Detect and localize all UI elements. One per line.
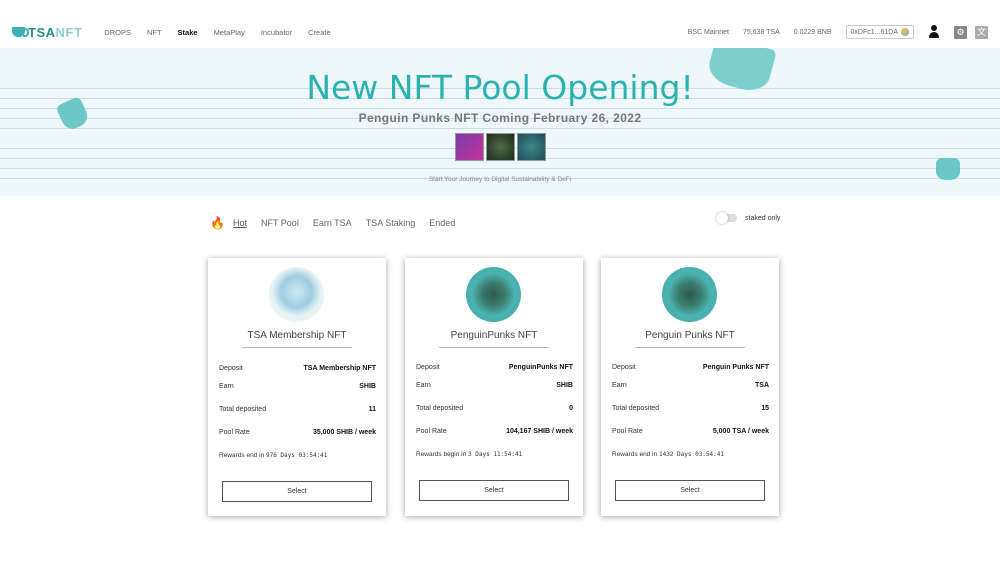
nft-thumbnail-dark — [486, 133, 515, 161]
promo-banner[interactable]: New NFT Pool Opening! Penguin Punks NFT … — [0, 48, 1000, 196]
card-title: TSA Membership NFT — [247, 330, 347, 341]
membership-nft-avatar — [269, 267, 324, 322]
total-deposited-value: 11 — [368, 406, 376, 413]
total-deposited-label: Total deposited — [612, 405, 660, 412]
pool-card: Penguin Punks NFT Deposit Penguin Punks N… — [601, 258, 779, 516]
pool-card: TSA Membership NFT Deposit TSA Membership… — [208, 258, 386, 516]
card-title: PenguinPunks NFT — [450, 330, 538, 341]
network-label[interactable]: BSC Mainnet — [688, 29, 729, 36]
tsa-balance: 75,638 TSA — [742, 28, 780, 36]
select-button[interactable]: Select — [222, 481, 372, 502]
pool-rate-label: Pool Rate — [612, 428, 643, 435]
translate-icon[interactable]: 文 — [975, 25, 988, 39]
pool-rate-value: 35,000 SHIB / week — [312, 429, 376, 436]
earn-label: Earn — [416, 382, 431, 389]
banner-tagline: Start Your Journey to Digital Sustainabi… — [428, 176, 572, 183]
select-button[interactable]: Select — [419, 480, 569, 501]
pool-card: PenguinPunks NFT Deposit PenguinPunks NFT… — [405, 258, 583, 516]
deposit-label: Deposit — [612, 364, 636, 371]
tab-hot[interactable]: Hot — [233, 218, 247, 228]
earn-value: SHIB — [359, 383, 376, 390]
total-deposited-value: 0 — [569, 405, 573, 412]
banner-title: New NFT Pool Opening! — [306, 68, 694, 107]
user-icon[interactable] — [928, 25, 940, 39]
nav-link-create[interactable]: Create — [300, 28, 339, 37]
total-deposited-value: 15 — [761, 405, 769, 412]
wallet-avatar-icon — [901, 28, 909, 36]
pool-rate-label: Pool Rate — [416, 428, 447, 435]
reward-countdown: 976 Days 03:54:41 — [265, 452, 328, 459]
pool-rate-value: 104,167 SHIB / week — [506, 428, 573, 435]
staked-only-filter: staked only — [716, 212, 781, 224]
nft-thumbnail-teal — [517, 133, 546, 161]
nav-link-metaplay[interactable]: MetaPlay — [206, 28, 253, 37]
earn-label: Earn — [219, 383, 234, 390]
reward-countdown: 1432 Days 03:54:41 — [658, 451, 725, 458]
tab-nft-pool[interactable]: NFT Pool — [261, 218, 299, 228]
earn-value: SHIB — [556, 382, 573, 389]
deposit-value: Penguin Punks NFT — [702, 364, 769, 371]
nft-thumbnail-purple — [455, 133, 484, 161]
nav-link-incubator[interactable]: Incubator — [253, 28, 300, 37]
deposit-value: PenguinPunks NFT — [508, 364, 573, 371]
tab-ended[interactable]: Ended — [429, 218, 455, 228]
nav-link-stake[interactable]: Stake — [170, 28, 206, 37]
pool-rate-value: 5,000 TSA / week — [712, 428, 769, 435]
staked-only-toggle[interactable] — [716, 212, 737, 224]
penguin-nft-avatar — [662, 267, 717, 322]
banner-subtitle: Penguin Punks NFT Coming February 26, 20… — [358, 111, 642, 125]
wallet-address: 0xDFc1...61DA — [850, 28, 898, 36]
logo[interactable]: TSANFT — [12, 25, 82, 40]
deposit-label: Deposit — [416, 364, 440, 371]
logo-nft-text: NFT — [55, 24, 83, 40]
earn-value: TSA — [755, 382, 769, 389]
earn-label: Earn — [612, 382, 627, 389]
select-button[interactable]: Select — [615, 480, 765, 501]
nav-link-nft[interactable]: NFT — [139, 28, 170, 37]
reward-label: Rewards end in — [612, 451, 658, 458]
deposit-label: Deposit — [219, 365, 243, 372]
reward-label: Rewards begin in — [416, 451, 467, 458]
nft-thumbnails — [455, 133, 546, 161]
nav-link-drops[interactable]: DROPS — [96, 28, 139, 37]
logo-tsa-text: TSA — [28, 24, 56, 40]
fire-icon: 🔥 — [210, 216, 225, 230]
pool-rate-label: Pool Rate — [219, 429, 250, 436]
tab-tsa-staking[interactable]: TSA Staking — [366, 218, 416, 228]
tab-earn-tsa[interactable]: Earn TSA — [313, 218, 352, 228]
nav-links: DROPS NFT Stake MetaPlay Incubator Creat… — [96, 28, 338, 37]
staked-only-label: staked only — [745, 214, 781, 222]
teacup-logo-icon — [12, 27, 29, 37]
pool-tabs: 🔥 Hot NFT Pool Earn TSA TSA Staking Ende… — [210, 216, 455, 230]
reward-countdown: 3 Days 11:54:41 — [468, 451, 523, 458]
card-title: Penguin Punks NFT — [645, 330, 735, 341]
bnb-balance: 0.0229 BNB — [793, 28, 832, 36]
reward-label: Rewards end in — [219, 452, 265, 459]
total-deposited-label: Total deposited — [219, 406, 267, 413]
penguin-nft-avatar — [466, 267, 521, 322]
deposit-value: TSA Membership NFT — [303, 365, 376, 372]
wallet-area: BSC Mainnet 75,638 TSA 0.0229 BNB 0xDFc1… — [688, 25, 988, 39]
settings-icon[interactable]: ⚙ — [954, 25, 967, 39]
wallet-address-button[interactable]: 0xDFc1...61DA — [845, 25, 914, 39]
total-deposited-label: Total deposited — [416, 405, 464, 412]
